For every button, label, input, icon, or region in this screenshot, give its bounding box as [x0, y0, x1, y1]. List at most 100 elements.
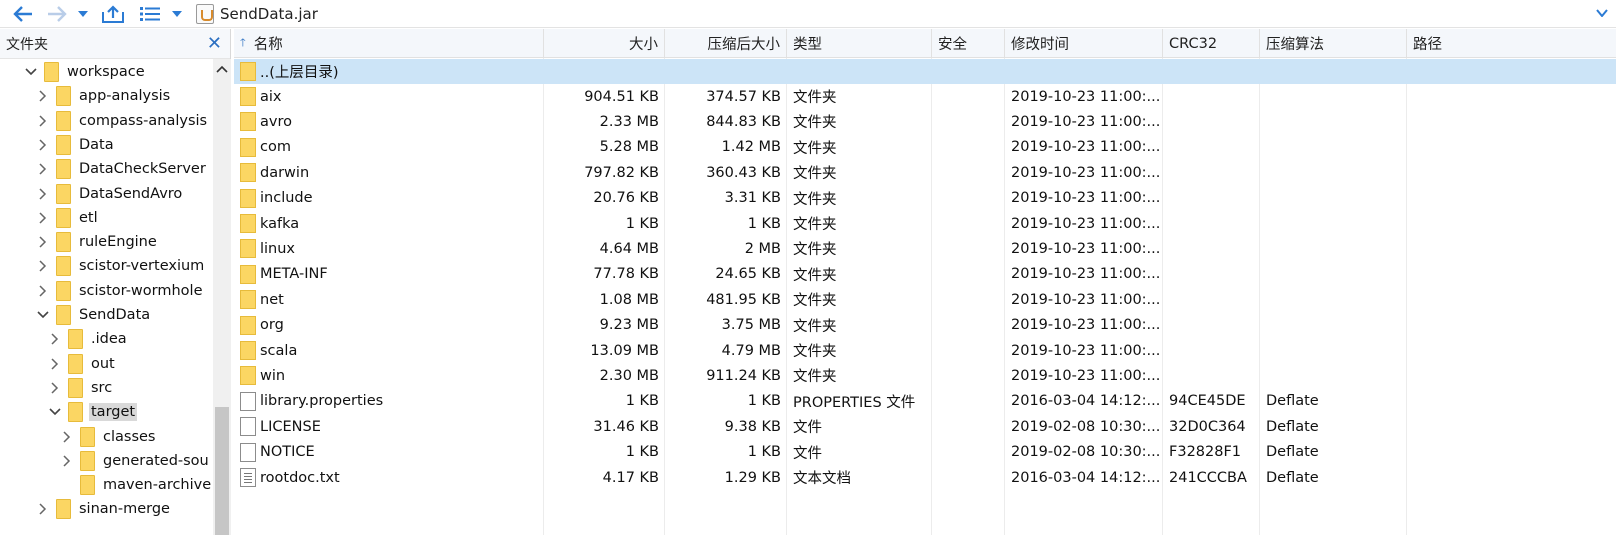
chevron-right-icon[interactable]: [36, 162, 50, 176]
file-row[interactable]: com 5.28 MB 1.42 MB 文件夹 2019-10-23 11:00:...: [234, 135, 1616, 160]
parent-directory-row[interactable]: ..(上层目录): [234, 59, 1616, 84]
file-row[interactable]: aix 904.51 KB 374.57 KB 文件夹 2019-10-23 11:00…: [234, 84, 1616, 109]
file-row[interactable]: library.properties 1 KB 1 KB PROPERTIES 文件 2…: [234, 389, 1616, 414]
chevron-down-icon[interactable]: [36, 308, 50, 322]
back-arrow-icon[interactable]: [10, 3, 36, 25]
column-header-type[interactable]: 类型: [787, 29, 932, 58]
folder-icon: [56, 110, 71, 131]
address-bar[interactable]: SendData.jar: [196, 2, 318, 26]
column-header-size[interactable]: 大小: [544, 29, 665, 58]
file-row[interactable]: kafka 1 KB 1 KB 文件夹 2019-10-23 11:00:...: [234, 211, 1616, 236]
tree-item[interactable]: scistor-vertexium: [0, 254, 213, 278]
file-modified: 2019-10-23 11:00:...: [1011, 266, 1161, 283]
file-security: [938, 84, 1004, 109]
file-method: [1266, 363, 1406, 388]
address-dropdown-icon[interactable]: [1596, 5, 1608, 21]
scrollbar-thumb[interactable]: [215, 407, 229, 535]
column-header-method[interactable]: 压缩算法: [1260, 29, 1407, 58]
file-row[interactable]: darwin 797.82 KB 360.43 KB 文件夹 2019-10-23 11…: [234, 160, 1616, 185]
column-header-path[interactable]: 路径: [1407, 29, 1616, 58]
file-method: [1266, 287, 1406, 312]
file-row[interactable]: rootdoc.txt 4.17 KB 1.29 KB 文本文档 2016-03-04 …: [234, 465, 1616, 490]
tree-item[interactable]: .idea: [0, 327, 213, 351]
chevron-down-icon[interactable]: [48, 405, 62, 419]
column-header-modified[interactable]: 修改时间: [1005, 29, 1163, 58]
tree-item[interactable]: SendData: [0, 303, 213, 327]
tree-item[interactable]: generated-sou: [0, 449, 213, 473]
file-list-panel: 🡑 名称 大小 压缩后大小 类型 安全 修改时间 CRC32 压缩算法 路径 .…: [234, 29, 1616, 535]
chevron-right-icon[interactable]: [36, 235, 50, 249]
chevron-right-icon[interactable]: [36, 89, 50, 103]
file-size: 1 KB: [625, 444, 659, 461]
file-name: META-INF: [260, 266, 328, 283]
tree-item[interactable]: ruleEngine: [0, 230, 213, 254]
file-row[interactable]: META-INF 77.78 KB 24.65 KB 文件夹 2019-10-23 11…: [234, 262, 1616, 287]
list-view-icon[interactable]: [138, 3, 162, 25]
chevron-right-icon[interactable]: [60, 454, 74, 468]
chevron-right-icon[interactable]: [60, 430, 74, 444]
chevron-right-icon[interactable]: [36, 284, 50, 298]
file-security: [938, 465, 1004, 490]
column-header-name[interactable]: 🡑 名称: [234, 29, 544, 58]
tree-item[interactable]: workspace: [0, 60, 213, 84]
tree-item[interactable]: etl: [0, 206, 213, 230]
file-method: [1266, 313, 1406, 338]
tree-item[interactable]: maven-archive: [0, 473, 213, 497]
tree-scrollbar[interactable]: [213, 59, 231, 535]
tree-item-label: SendData: [79, 307, 151, 323]
file-row[interactable]: linux 4.64 MB 2 MB 文件夹 2019-10-23 11:00:...: [234, 236, 1616, 261]
column-header-security[interactable]: 安全: [932, 29, 1005, 58]
tree-item[interactable]: src: [0, 376, 213, 400]
folder-icon: [56, 232, 71, 253]
tree-item[interactable]: target: [0, 400, 213, 424]
file-row[interactable]: org 9.23 MB 3.75 MB 文件夹 2019-10-23 11:00:...: [234, 313, 1616, 338]
column-header-packed-size[interactable]: 压缩后大小: [665, 29, 787, 58]
chevron-right-icon[interactable]: [36, 138, 50, 152]
jar-file-icon: [196, 4, 214, 24]
history-dropdown-icon[interactable]: [76, 3, 90, 25]
close-icon[interactable]: ✕: [207, 34, 222, 53]
forward-arrow-icon[interactable]: [44, 3, 70, 25]
tree-item[interactable]: classes: [0, 425, 213, 449]
file-name: avro: [260, 113, 292, 130]
tree-item[interactable]: app-analysis: [0, 84, 213, 108]
chevron-right-icon[interactable]: [48, 381, 62, 395]
scroll-up-icon[interactable]: [213, 61, 231, 77]
tree-item[interactable]: scistor-wormhole: [0, 279, 213, 303]
chevron-right-icon[interactable]: [48, 332, 62, 346]
folder-icon: [240, 239, 256, 259]
chevron-right-icon[interactable]: [36, 502, 50, 516]
tree-item[interactable]: DataCheckServer: [0, 157, 213, 181]
tree-item[interactable]: sinan-merge: [0, 497, 213, 521]
tree-item[interactable]: compass-analysis: [0, 109, 213, 133]
file-row[interactable]: net 1.08 MB 481.95 KB 文件夹 2019-10-23 11:00:.…: [234, 287, 1616, 312]
tree-item-label: ruleEngine: [79, 234, 157, 251]
file-row[interactable]: avro 2.33 MB 844.83 KB 文件夹 2019-10-23 11:00:…: [234, 109, 1616, 134]
file-crc: [1169, 262, 1259, 287]
chevron-right-icon[interactable]: [36, 187, 50, 201]
file-name: darwin: [260, 164, 310, 181]
chevron-right-icon[interactable]: [36, 259, 50, 273]
chevron-right-icon[interactable]: [36, 114, 50, 128]
file-crc: [1169, 287, 1259, 312]
tree-item[interactable]: Data: [0, 133, 213, 157]
file-name: win: [260, 367, 286, 384]
file-row[interactable]: include 20.76 KB 3.31 KB 文件夹 2019-10-23 11:0…: [234, 186, 1616, 211]
file-row[interactable]: LICENSE 31.46 KB 9.38 KB 文件 2019-02-08 10:30…: [234, 414, 1616, 439]
up-folder-icon[interactable]: [100, 3, 126, 25]
chevron-right-icon[interactable]: [48, 357, 62, 371]
folder-icon: [56, 499, 71, 520]
chevron-right-icon[interactable]: [36, 211, 50, 225]
file-security: [938, 414, 1004, 439]
view-dropdown-icon[interactable]: [170, 3, 184, 25]
tree-item[interactable]: out: [0, 352, 213, 376]
file-row[interactable]: NOTICE 1 KB 1 KB 文件 2019-02-08 10:30:... F328…: [234, 440, 1616, 465]
tree-item[interactable]: DataSendAvro: [0, 182, 213, 206]
file-packed: 3.31 KB: [724, 190, 781, 207]
chevron-down-icon[interactable]: [24, 65, 38, 79]
tree-item-label: DataSendAvro: [79, 185, 183, 202]
file-row[interactable]: win 2.30 MB 911.24 KB 文件夹 2019-10-23 11:00:.…: [234, 363, 1616, 388]
file-security: [938, 440, 1004, 465]
file-row[interactable]: scala 13.09 MB 4.79 MB 文件夹 2019-10-23 11:00:…: [234, 338, 1616, 363]
column-header-crc32[interactable]: CRC32: [1163, 29, 1260, 58]
